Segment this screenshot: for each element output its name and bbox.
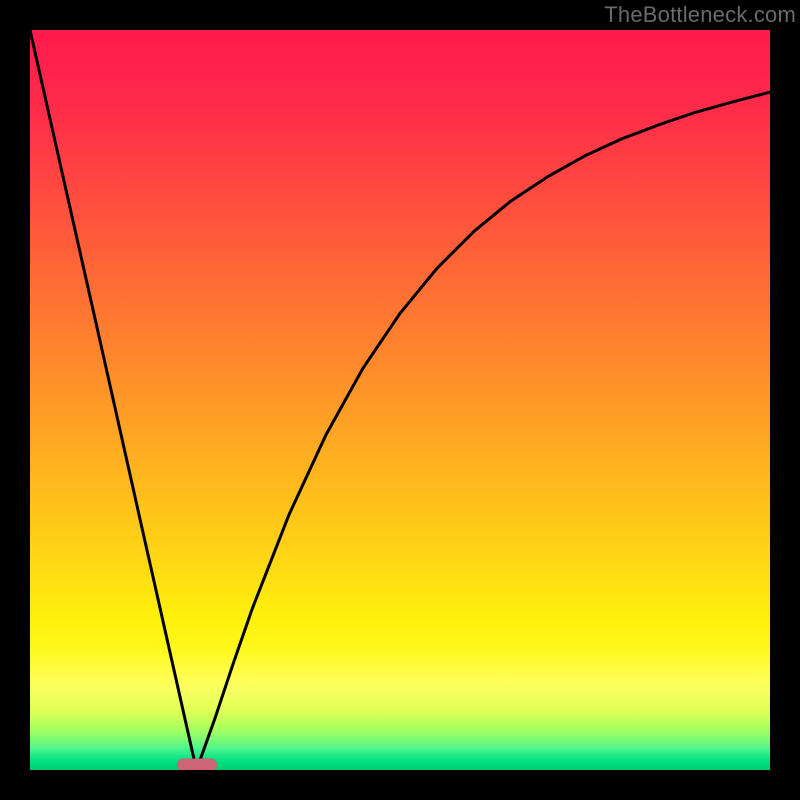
watermark-text: TheBottleneck.com <box>604 2 796 28</box>
curve-layer <box>30 30 770 770</box>
plot-area <box>30 30 770 770</box>
bottleneck-curve-left <box>30 30 197 770</box>
bottleneck-curve-right <box>197 92 771 770</box>
chart-frame: TheBottleneck.com <box>0 0 800 800</box>
